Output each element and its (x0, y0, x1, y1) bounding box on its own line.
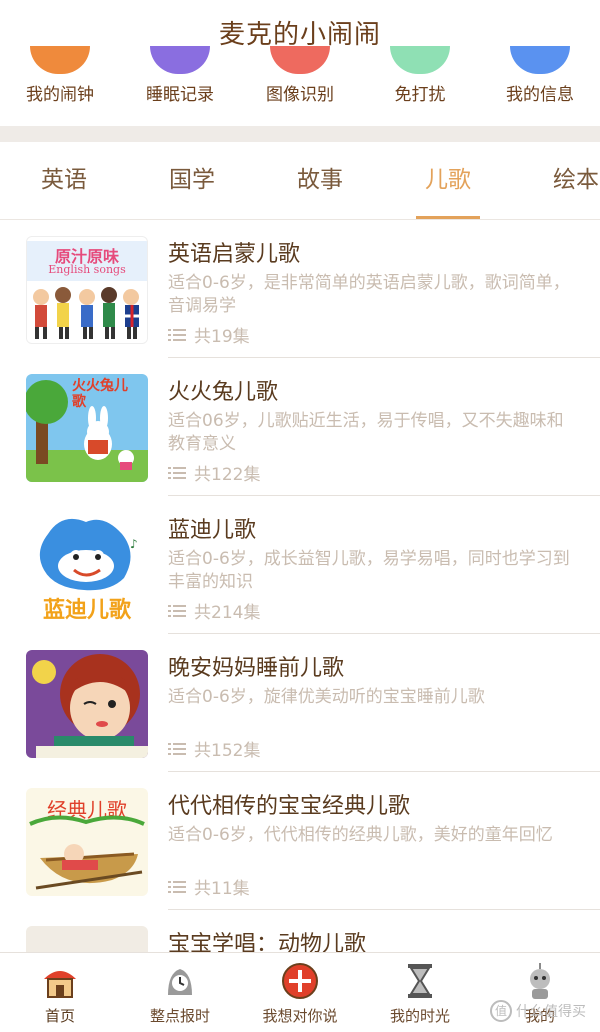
album-title: 代代相传的宝宝经典儿歌 (168, 794, 411, 819)
cover-subtitle: English songs (48, 263, 126, 276)
tab-nursery-rhymes[interactable]: 儿歌 (384, 142, 512, 219)
list-icon (168, 466, 186, 479)
quick-item-alarm[interactable]: 我的闹钟 (5, 46, 115, 126)
episode-count-text: 共11集 (194, 879, 250, 899)
album-description: 适合0-6岁，代代相传的经典儿歌，美好的童年回忆 (168, 825, 553, 845)
album-cover (26, 926, 148, 952)
svg-text:♪: ♪ (130, 537, 138, 551)
nav-label: 我的时光 (389, 1007, 450, 1025)
album-title: 宝宝学唱：动物儿歌 (168, 932, 367, 952)
album-info: 晚安妈妈睡前儿歌 适合0-6岁，旋律优美动听的宝宝睡前儿歌 共152集 (168, 634, 600, 772)
list-item[interactable]: 晚安妈妈睡前儿歌 适合0-6岁，旋律优美动听的宝宝睡前儿歌 共152集 (0, 634, 600, 772)
tab-guoxue[interactable]: 国学 (128, 142, 256, 219)
episode-count: 共152集 (168, 736, 260, 761)
children-illustration (27, 287, 147, 343)
album-title: 蓝迪儿歌 (168, 518, 257, 543)
cradle-illustration (29, 815, 145, 890)
sleep-icon (150, 46, 210, 74)
list-icon (168, 328, 186, 341)
nav-label: 整点报时 (149, 1007, 210, 1025)
nav-hourly-chime[interactable]: 整点报时 (120, 953, 240, 1032)
album-info: 英语启蒙儿歌 适合0-6岁，是非常简单的英语启蒙儿歌，歌词简单，音调易学 共19… (168, 220, 600, 358)
episode-count: 共19集 (168, 322, 250, 347)
album-list: 原汁原味 English songs 英语启蒙儿歌 适合0-6岁，是非常简单的英… (0, 220, 600, 952)
watermark: 值 什么值得买 (490, 1000, 586, 1022)
album-description: 适合06岁，儿歌贴近生活，易于传唱，又不失趣味和教育意义 (168, 411, 564, 454)
album-title: 英语启蒙儿歌 (168, 242, 301, 267)
album-info: 蓝迪儿歌 适合0-6岁，成长益智儿歌，易学易唱，同时也学习到丰富的知识 共214… (168, 496, 600, 634)
list-item[interactable]: 宝宝学唱：动物儿歌 (0, 910, 600, 952)
episode-count-text: 共19集 (194, 327, 250, 347)
section-divider (0, 126, 600, 142)
episode-count: 共122集 (168, 460, 260, 485)
album-cover: ♪ 蓝迪儿歌 (26, 512, 148, 620)
watermark-text: 什么值得买 (516, 1004, 586, 1020)
list-item[interactable]: 经典儿歌 代代相传的宝宝经典儿歌 适合0-6岁，代代相传的经典儿歌，美好的童年回… (0, 772, 600, 910)
album-cover (26, 650, 148, 758)
tab-stories[interactable]: 故事 (256, 142, 384, 219)
bottom-navigation: 首页 整点报时 我想对你说 我的时光 我的 值 什么值得买 (0, 952, 600, 1032)
watermark-badge: 值 (490, 1000, 512, 1022)
quick-item-sleep-record[interactable]: 睡眠记录 (125, 46, 235, 126)
quick-item-label: 我的闹钟 (26, 85, 94, 105)
album-info: 火火兔儿歌 适合06岁，儿歌贴近生活，易于传唱，又不失趣味和教育意义 共122集 (168, 358, 600, 496)
clock-bell-icon (168, 969, 192, 995)
album-cover: 火火兔儿歌 (26, 374, 148, 482)
quick-item-my-info[interactable]: 我的信息 (485, 46, 595, 126)
robot-icon (530, 963, 550, 999)
album-description: 适合0-6岁，是非常简单的英语启蒙儿歌，歌词简单，音调易学 (168, 273, 570, 316)
camera-icon (270, 46, 330, 74)
alarm-icon (30, 46, 90, 74)
girl-illustration (32, 654, 148, 758)
list-item[interactable]: 火火兔儿歌 火火兔儿歌 适合06岁，儿歌贴近生活，易于传唱，又不失趣味和教育意义… (0, 358, 600, 496)
album-description: 适合0-6岁，旋律优美动听的宝宝睡前儿歌 (168, 687, 485, 707)
nav-label: 我想对你说 (262, 1007, 338, 1025)
nav-my-time[interactable]: 我的时光 (360, 953, 480, 1032)
nav-say-to-you[interactable]: 我想对你说 (240, 953, 360, 1032)
quick-item-label: 图像识别 (266, 85, 334, 105)
quick-item-do-not-disturb[interactable]: 免打扰 (365, 46, 475, 126)
list-icon (168, 880, 186, 893)
category-tabs: 英语 国学 故事 儿歌 绘本 (0, 142, 600, 220)
album-title: 晚安妈妈睡前儿歌 (168, 656, 345, 681)
album-cover: 经典儿歌 (26, 788, 148, 896)
list-icon (168, 742, 186, 755)
nav-home[interactable]: 首页 (0, 953, 120, 1032)
album-cover: 原汁原味 English songs (26, 236, 148, 344)
episode-count-text: 共122集 (194, 465, 261, 485)
list-icon (168, 604, 186, 617)
episode-count: 共214集 (168, 598, 260, 623)
album-info: 代代相传的宝宝经典儿歌 适合0-6岁，代代相传的经典儿歌，美好的童年回忆 共11… (168, 772, 600, 910)
album-title: 火火兔儿歌 (168, 380, 279, 405)
moon-icon (390, 46, 450, 74)
nav-label: 首页 (44, 1007, 75, 1025)
album-description: 适合0-6岁，成长益智儿歌，易学易唱，同时也学习到丰富的知识 (168, 549, 570, 592)
quick-item-image-recognition[interactable]: 图像识别 (245, 46, 355, 126)
hourglass-icon (408, 964, 432, 998)
message-plus-icon (282, 963, 318, 999)
cover-title: 蓝迪儿歌 (42, 598, 131, 620)
list-item[interactable]: 原汁原味 English songs 英语启蒙儿歌 适合0-6岁，是非常简单的英… (0, 220, 600, 358)
list-item[interactable]: ♪ 蓝迪儿歌 蓝迪儿歌 适合0-6岁，成长益智儿歌，易学易唱，同时也学习到丰富的… (0, 496, 600, 634)
episode-count-text: 共214集 (194, 603, 261, 623)
quick-item-label: 我的信息 (506, 85, 574, 105)
episode-count: 共11集 (168, 874, 250, 899)
episode-count-text: 共152集 (194, 741, 261, 761)
home-icon (44, 971, 76, 998)
cover-title: 火火兔儿歌 (72, 378, 128, 410)
quick-item-label: 免打扰 (394, 85, 446, 105)
tab-picture-books[interactable]: 绘本 (512, 142, 600, 219)
user-icon (510, 46, 570, 74)
page-title: 麦克的小闹闹 (218, 19, 381, 50)
blue-dolphin-illustration: ♪ (39, 518, 138, 591)
tab-english[interactable]: 英语 (0, 142, 128, 219)
quick-actions: 我的闹钟 睡眠记录 图像识别 免打扰 我的信息 (0, 46, 600, 126)
quick-item-label: 睡眠记录 (146, 85, 214, 105)
album-info: 宝宝学唱：动物儿歌 (168, 910, 600, 952)
